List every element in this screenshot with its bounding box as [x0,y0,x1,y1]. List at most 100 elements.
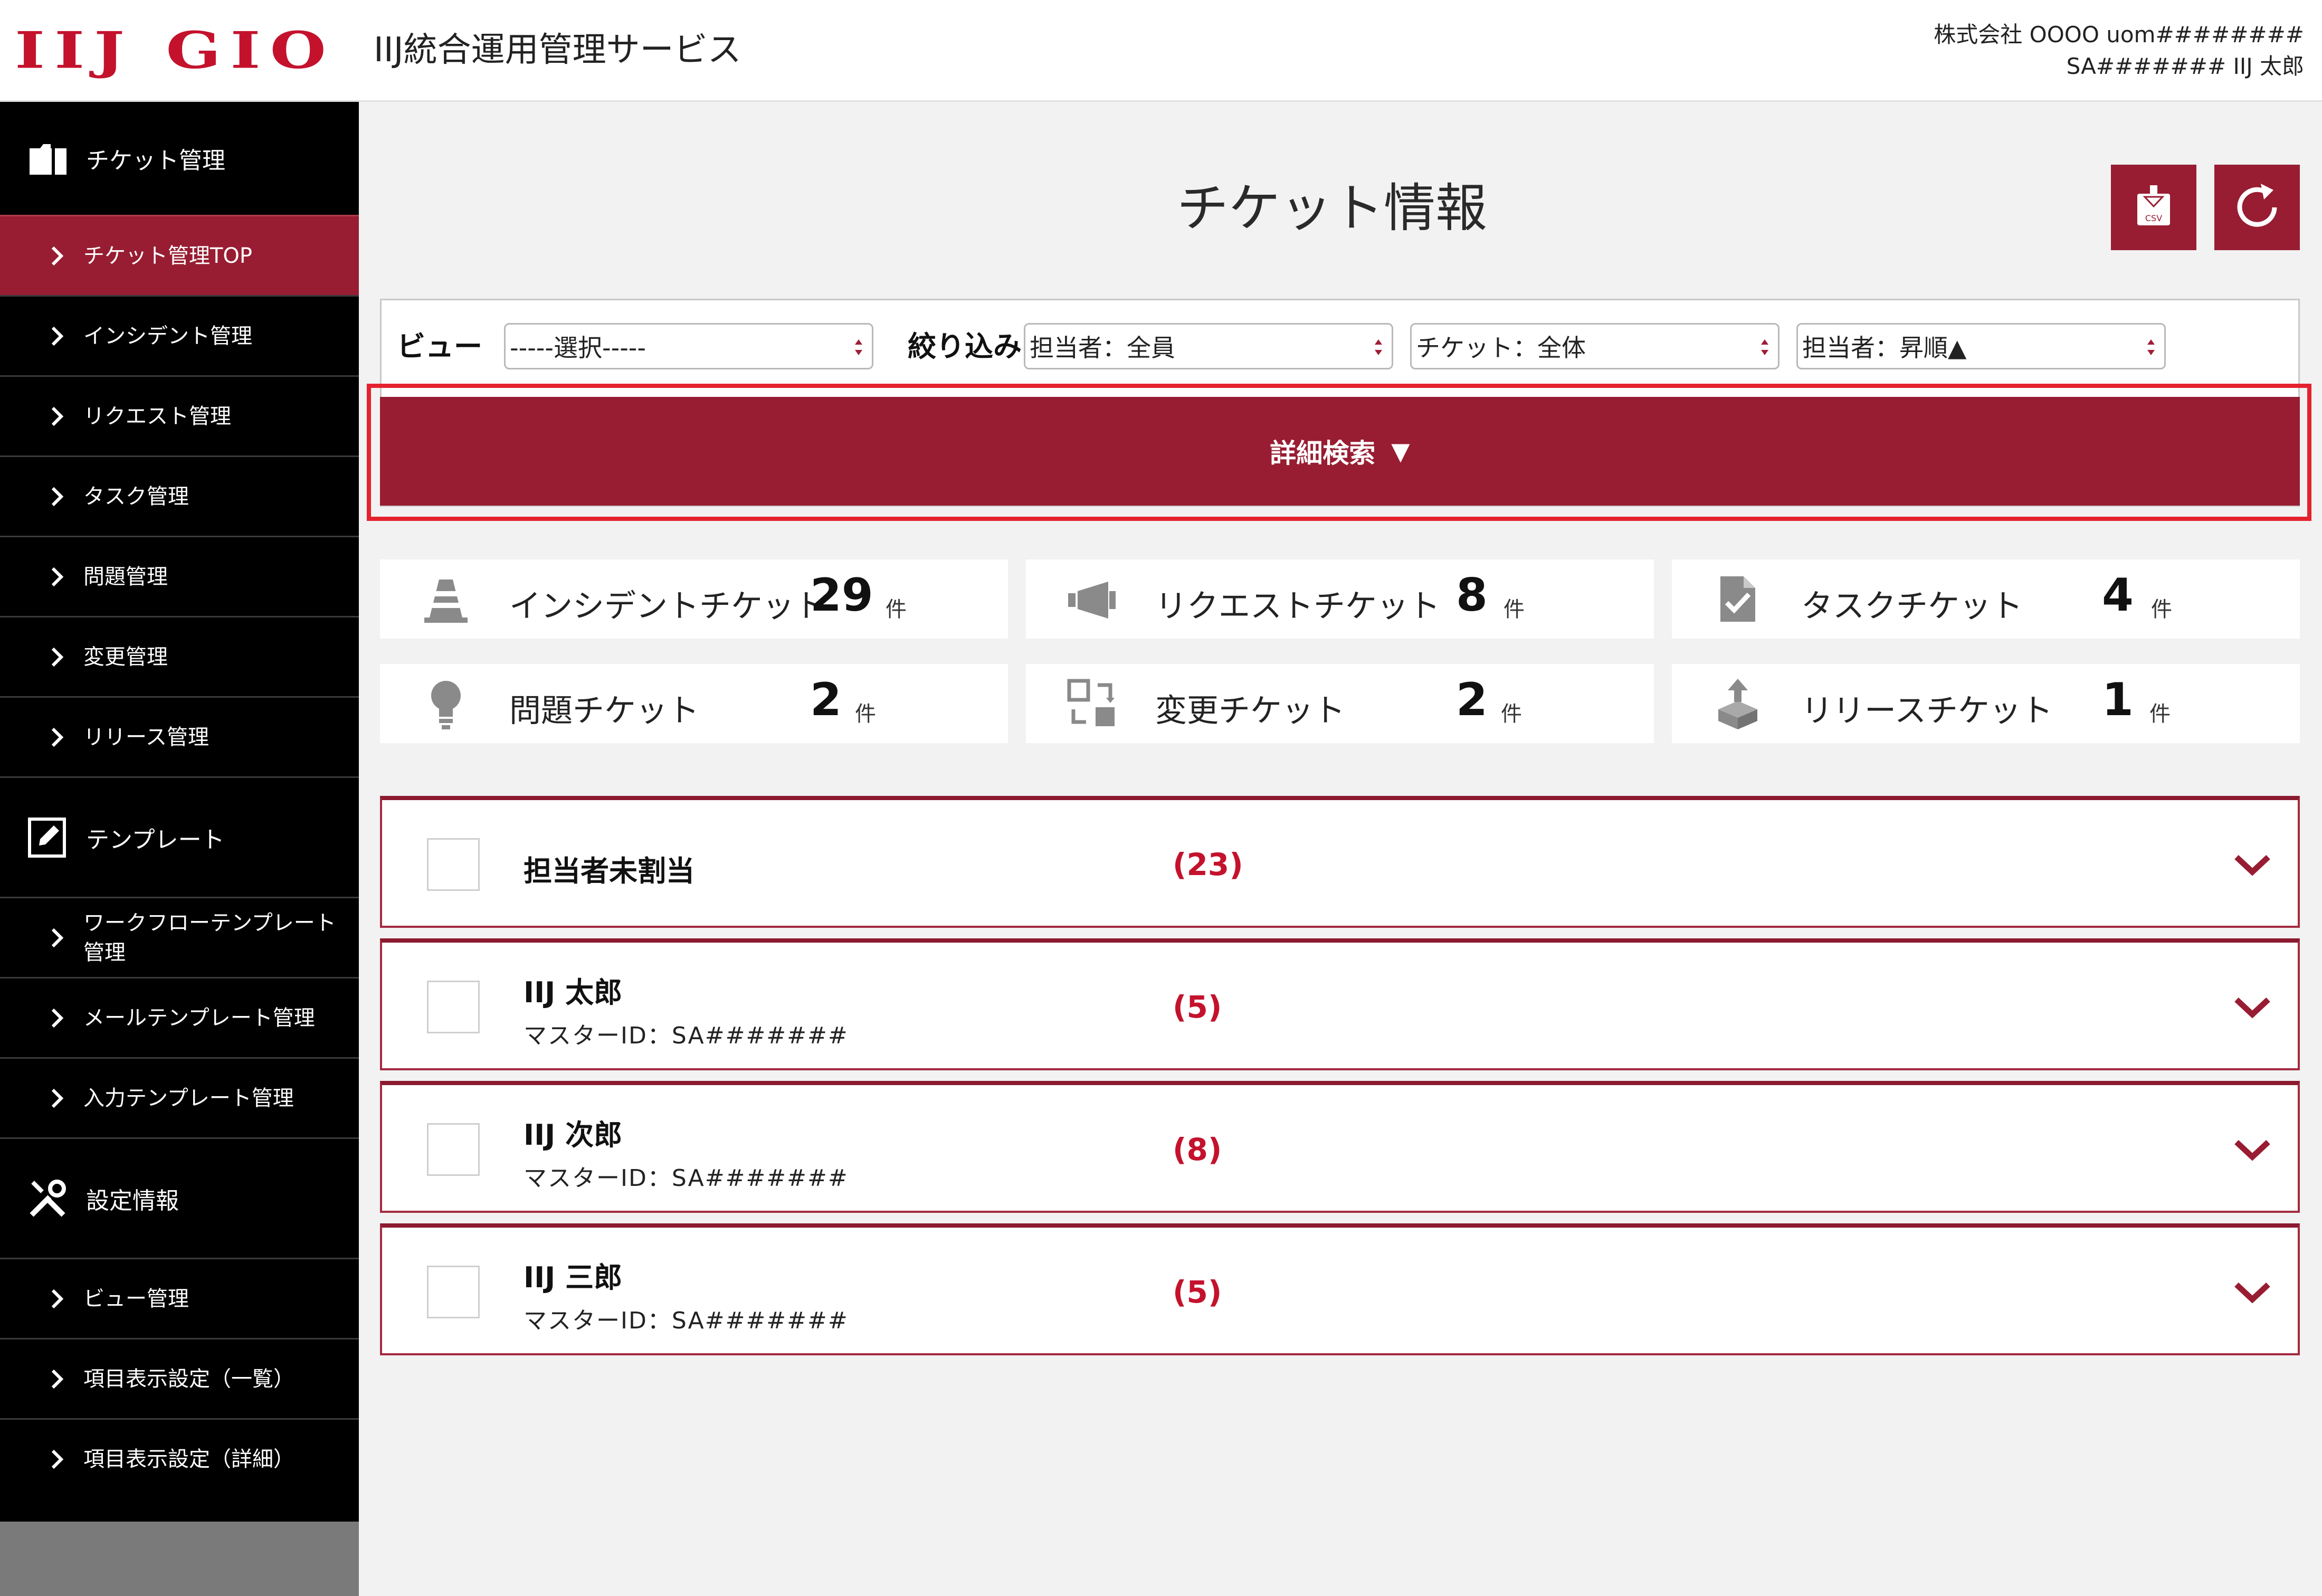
group-master-id: マスターID：SA####### [524,1022,849,1049]
summary-card-incident[interactable]: インシデントチケット 29 件 [380,559,1008,639]
sidebar-item-request[interactable]: リクエスト管理 [0,375,359,455]
chevron-down-icon[interactable] [2232,993,2272,1020]
sidebar-item-input-template[interactable]: 入力テンプレート管理 [0,1057,359,1137]
sidebar-item-mail-template[interactable]: メールテンプレート管理 [0,977,359,1057]
chevron-right-icon [51,406,64,426]
summary-unit: 件 [886,597,907,622]
ticket-filter-value: チケット：全体 [1416,334,1586,362]
sidebar-section-ticket: チケット管理 [0,102,359,215]
iij-gio-logo[interactable]: IIJ GIO [15,21,336,80]
group-checkbox[interactable] [427,1266,480,1318]
sidebar-item-label: リクエスト管理 [83,404,231,429]
sidebar-section-label: チケット管理 [86,147,225,174]
sidebar-item-release[interactable]: リリース管理 [0,696,359,776]
csv-label: CSV [2145,213,2162,223]
group-count: (5) [1173,989,1222,1025]
chevron-right-icon [51,928,64,947]
summary-card-task[interactable]: タスクチケット 4 件 [1672,559,2300,639]
csv-download-icon: CSV [2137,185,2170,225]
group-name: IIJ 太郎 [524,976,623,1009]
sidebar: チケット管理 チケット管理TOP インシデント管理 リクエスト管理 タスク管理 … [0,102,359,1596]
sort-select[interactable]: 担当者：昇順▲ [1796,323,2166,369]
sidebar-item-field-display-list[interactable]: 項目表示設定（一覧） [0,1338,359,1418]
app-header: IIJ GIO IIJ統合運用管理サービス 株式会社 OOOO uom#####… [0,0,2322,102]
sidebar-item-incident[interactable]: インシデント管理 [0,295,359,375]
summary-label: 問題チケット [509,692,699,729]
assignee-group-row[interactable]: IIJ 三郎 マスターID：SA####### (5) [380,1223,2300,1355]
chevron-right-icon [51,727,64,747]
summary-label: タスクチケット [1801,588,2023,625]
group-checkbox[interactable] [427,1123,480,1176]
sidebar-item-view-management[interactable]: ビュー管理 [0,1258,359,1338]
sidebar-item-label: 変更管理 [83,644,168,669]
refresh-icon [2237,184,2277,227]
edit-icon [28,817,66,858]
chevron-right-icon [51,1449,64,1469]
swap-icon [1067,679,1115,726]
sidebar-item-label: ビュー管理 [83,1286,189,1311]
sidebar-item-change[interactable]: 変更管理 [0,616,359,696]
cone-icon [424,580,468,623]
sidebar-item-label: 問題管理 [83,564,168,589]
sidebar-item-field-display-detail[interactable]: 項目表示設定（詳細） [0,1418,359,1498]
user-company: 株式会社 OOOO uom######## [1934,22,2304,48]
sidebar-section-label: 設定情報 [86,1187,179,1214]
ticket-filter-select[interactable]: チケット：全体 [1410,323,1779,369]
sidebar-item-problem[interactable]: 問題管理 [0,536,359,616]
view-select[interactable]: -----選択----- [504,323,873,369]
group-master-id: マスターID：SA####### [524,1307,849,1334]
sidebar-item-label: メールテンプレート管理 [83,1005,315,1030]
narrow-label: 絞り込み [908,330,1022,363]
assignee-group-row[interactable]: IIJ 太郎 マスターID：SA####### (5) [380,938,2300,1070]
lightbulb-icon [431,681,461,729]
summary-count: 29 [810,569,873,622]
sort-value: 担当者：昇順▲ [1802,334,1967,362]
sidebar-item-label: 入力テンプレート管理 [83,1086,294,1110]
chevron-right-icon [51,567,64,586]
refresh-button[interactable] [2214,165,2300,250]
user-account: SA####### IIJ 太郎 [2066,53,2304,79]
chevron-down-icon[interactable] [2232,851,2272,877]
group-checkbox[interactable] [427,838,480,891]
csv-download-button[interactable]: CSV [2111,165,2196,250]
select-arrows-icon [855,339,862,355]
summary-card-change[interactable]: 変更チケット 2 件 [1026,664,1654,743]
assignee-filter-select[interactable]: 担当者：全員 [1024,323,1393,369]
summary-card-problem[interactable]: 問題チケット 2 件 [380,664,1008,743]
box-icon [1718,679,1757,729]
chevron-down-icon[interactable] [2232,1136,2272,1162]
assignee-filter-value: 担当者：全員 [1030,334,1175,362]
summary-label: リクエストチケット [1155,588,1440,625]
group-checkbox[interactable] [427,981,480,1033]
assignee-group-row[interactable]: IIJ 次郎 マスターID：SA####### (8) [380,1081,2300,1213]
group-count: (5) [1173,1274,1222,1310]
logo-text: IIJ GIO [15,20,336,80]
summary-label: リリースチケット [1801,692,2053,729]
group-name: IIJ 三郎 [524,1261,623,1294]
megaphone-icon [1068,582,1116,619]
summary-label: インシデントチケット [509,588,826,625]
sidebar-item-task[interactable]: タスク管理 [0,455,359,536]
ticket-icon [30,144,66,175]
sidebar-item-workflow-template[interactable]: ワークフローテンプレート管理 [0,897,359,977]
summary-unit: 件 [855,702,876,726]
sidebar-item-label: 項目表示設定（詳細） [83,1447,294,1471]
group-name: IIJ 次郎 [524,1118,623,1152]
summary-card-request[interactable]: リクエストチケット 8 件 [1026,559,1654,639]
group-master-id: マスターID：SA####### [524,1165,849,1192]
chevron-down-icon[interactable] [2232,1278,2272,1305]
assignee-group-row[interactable]: 担当者未割当 (23) [380,796,2300,928]
chevron-right-icon [51,1289,64,1308]
summary-card-release[interactable]: リリースチケット 1 件 [1672,664,2300,743]
chevron-right-icon [51,1008,64,1028]
tools-icon [30,1179,66,1217]
chevron-right-icon [51,647,64,667]
select-arrows-icon [1761,339,1768,355]
sidebar-item-ticket-top[interactable]: チケット管理TOP [0,215,359,295]
chevron-right-icon [51,1369,64,1389]
sidebar-footer [0,1522,359,1596]
summary-unit: 件 [1503,597,1525,622]
select-arrows-icon [1375,339,1382,355]
sidebar-item-label: タスク管理 [83,484,189,509]
detail-search-button[interactable]: 詳細検索 ▼ [380,397,2300,506]
